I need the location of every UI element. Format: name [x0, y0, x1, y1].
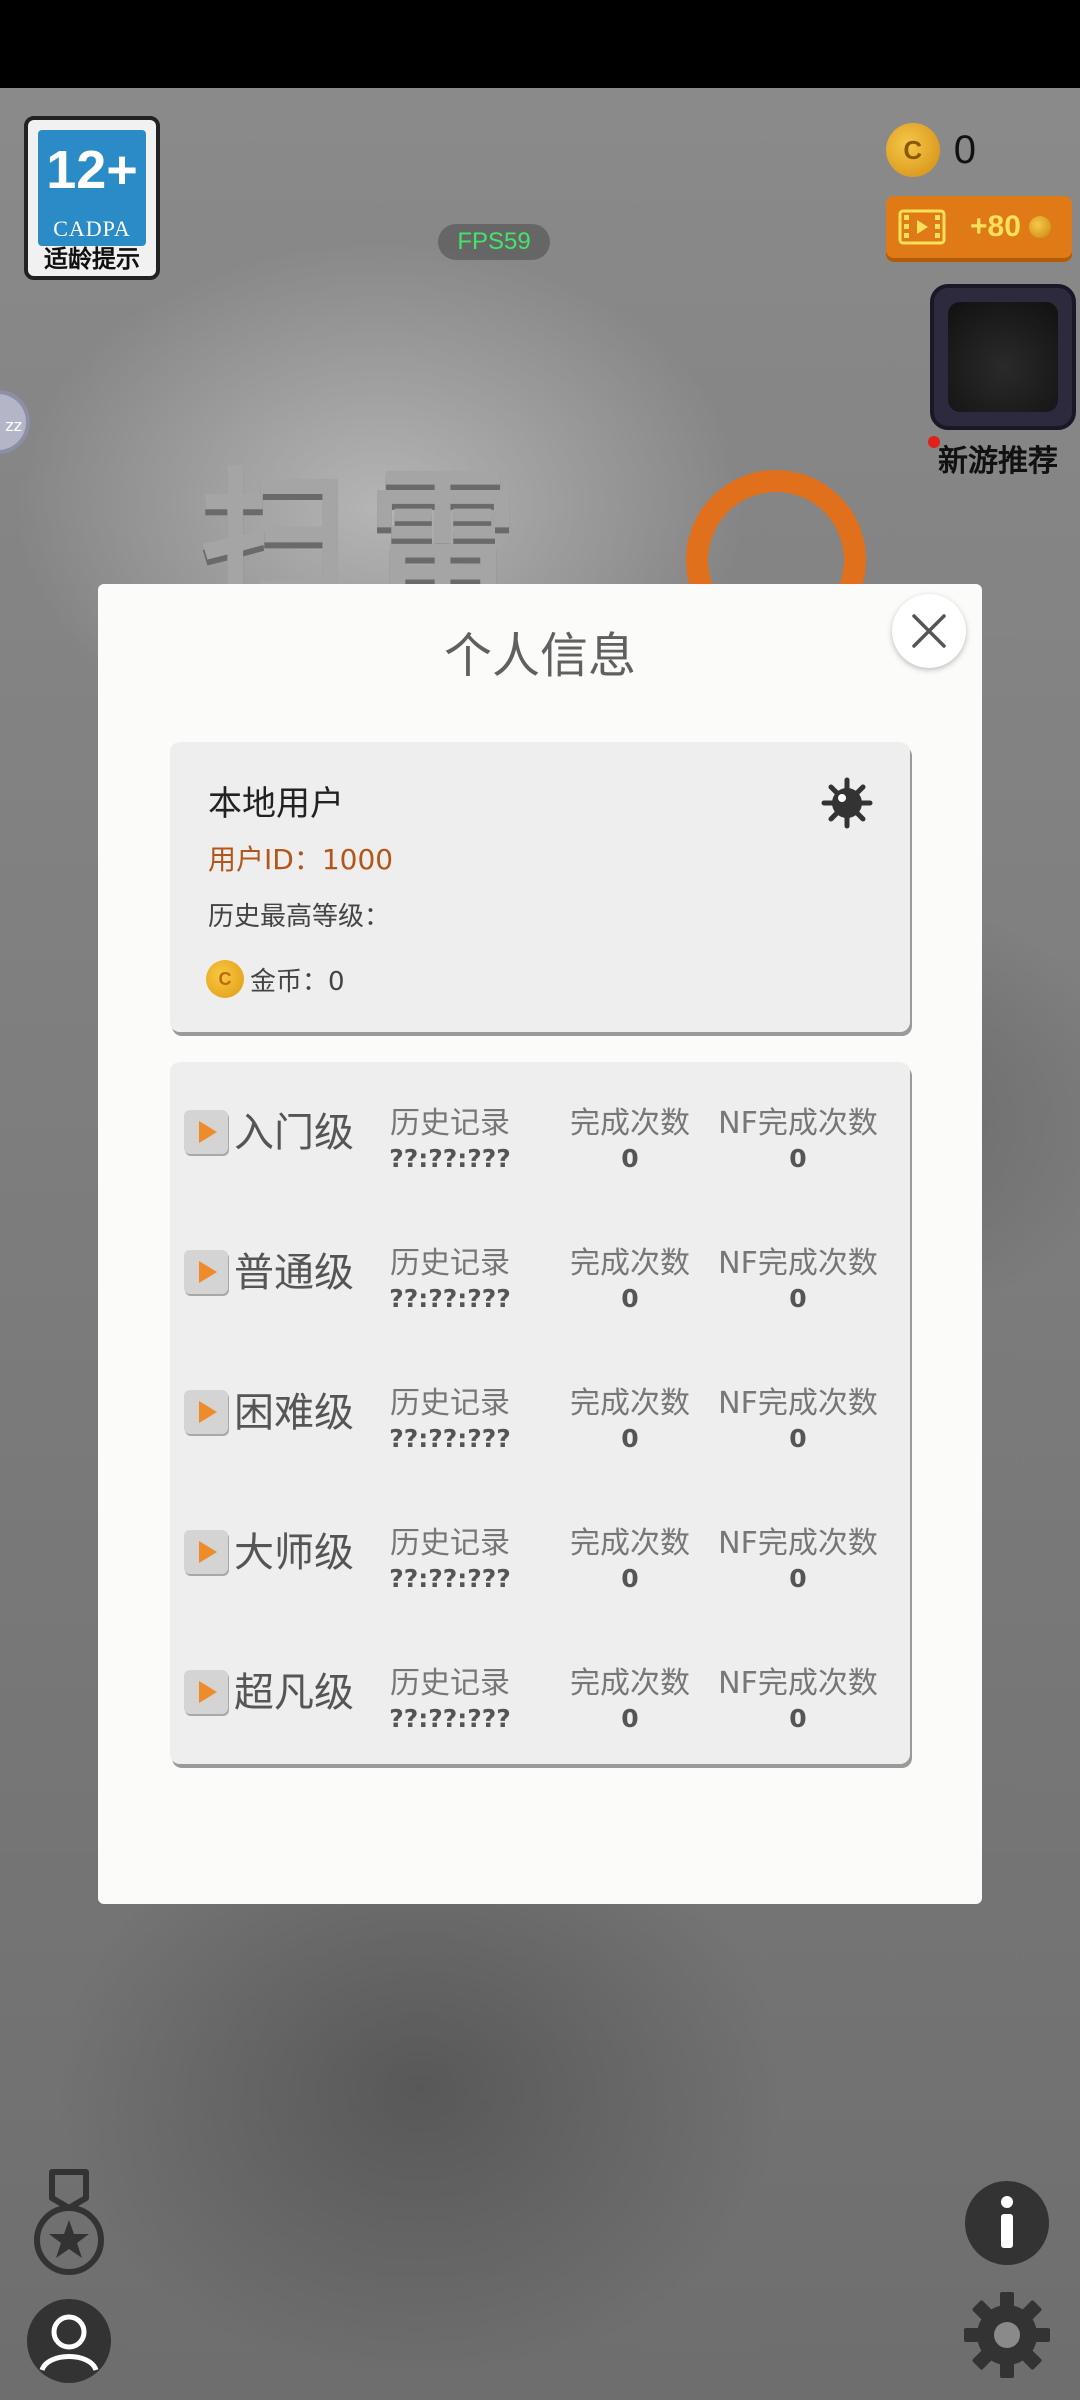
completions-header: 完成次数	[570, 1246, 690, 1281]
history-header: 历史记录	[390, 1106, 510, 1141]
history-column: 历史记录??:??:???	[380, 1378, 520, 1453]
level-row: 入门级 历史记录??:??:??? 完成次数 0 NF完成次数 0	[170, 1080, 910, 1180]
completions-header: 完成次数	[570, 1666, 690, 1701]
user-info-card: 本地用户 用户ID：1000 历史最高等级： C 金币：0	[170, 742, 910, 1032]
completions-column: 完成次数 0	[560, 1378, 700, 1453]
play-icon[interactable]	[184, 1530, 228, 1574]
nf-completions-header: NF完成次数	[718, 1666, 878, 1701]
coin-icon: C	[885, 123, 940, 177]
completions-header: 完成次数	[570, 1106, 690, 1141]
level-name: 大师级	[234, 1530, 354, 1576]
history-column: 历史记录??:??:???	[380, 1658, 520, 1733]
gear-icon[interactable]	[962, 2290, 1052, 2380]
completions-value: 0	[621, 1704, 639, 1733]
dialog-title: 个人信息	[443, 628, 636, 684]
nf-completions-value: 0	[789, 1144, 807, 1173]
completions-value: 0	[621, 1284, 639, 1313]
nf-completions-value: 0	[789, 1284, 807, 1313]
nf-completions-column: NF完成次数 0	[710, 1378, 886, 1453]
coin-icon: C	[206, 960, 244, 998]
coin-value: 0	[953, 127, 976, 172]
history-value: ??:??:???	[389, 1144, 511, 1173]
nf-completions-column: NF完成次数 0	[710, 1238, 886, 1313]
nf-completions-column: NF完成次数 0	[710, 1098, 886, 1173]
completions-column: 完成次数 0	[560, 1518, 700, 1593]
best-level: 历史最高等级：	[208, 902, 391, 932]
video-reward-button[interactable]: +80	[886, 196, 1072, 258]
history-header: 历史记录	[390, 1526, 510, 1561]
level-stats-card: 入门级 历史记录??:??:??? 完成次数 0 NF完成次数 0 普通级 历史记录??:??…	[170, 1062, 910, 1764]
info-icon[interactable]	[964, 2180, 1050, 2266]
cat-image	[948, 302, 1058, 412]
fps-counter: FPS59	[438, 224, 550, 260]
new-game-thumbnail[interactable]	[930, 284, 1076, 430]
close-button[interactable]	[892, 594, 966, 668]
age-rating-badge[interactable]: 12+ CADPA 适龄提示	[24, 116, 160, 280]
play-icon[interactable]	[184, 1390, 228, 1434]
nf-completions-value: 0	[789, 1704, 807, 1733]
level-name: 困难级	[234, 1390, 354, 1436]
history-column: 历史记录??:??:???	[380, 1098, 520, 1173]
user-id: 用户ID：1000	[208, 843, 394, 876]
nf-completions-header: NF完成次数	[718, 1106, 878, 1141]
age-rating-number: 12+	[46, 140, 138, 200]
level-name: 超凡级	[234, 1670, 354, 1716]
nf-completions-column: NF完成次数 0	[710, 1518, 886, 1593]
user-coins: C 金币：0	[206, 960, 345, 998]
level-name: 入门级	[234, 1110, 354, 1156]
profile-dialog: 个人信息 本地用户 用户ID：1000 历史最高等级： C 金币：0 入门级 历史…	[98, 584, 982, 1904]
nf-completions-header: NF完成次数	[718, 1526, 878, 1561]
completions-column: 完成次数 0	[560, 1238, 700, 1313]
film-icon	[898, 209, 946, 245]
completions-header: 完成次数	[570, 1386, 690, 1421]
history-header: 历史记录	[390, 1386, 510, 1421]
nf-completions-header: NF完成次数	[718, 1246, 878, 1281]
nf-completions-column: NF完成次数 0	[710, 1658, 886, 1733]
user-coins-text: 金币：0	[250, 966, 345, 997]
history-value: ??:??:???	[389, 1704, 511, 1733]
play-icon[interactable]	[184, 1670, 228, 1714]
level-row: 普通级 历史记录??:??:??? 完成次数 0 NF完成次数 0	[170, 1220, 910, 1320]
user-icon[interactable]	[24, 2296, 114, 2386]
completions-value: 0	[621, 1144, 639, 1173]
history-value: ??:??:???	[389, 1424, 511, 1453]
history-header: 历史记录	[390, 1246, 510, 1281]
close-icon	[912, 614, 946, 648]
status-bar	[0, 0, 1080, 88]
play-icon[interactable]	[184, 1110, 228, 1154]
completions-value: 0	[621, 1564, 639, 1593]
level-name: 普通级	[234, 1250, 354, 1296]
age-rating-box: 12+ CADPA	[38, 130, 146, 246]
history-header: 历史记录	[390, 1666, 510, 1701]
completions-value: 0	[621, 1424, 639, 1453]
age-rating-label: 适龄提示	[44, 245, 140, 273]
user-name: 本地用户	[208, 784, 344, 824]
level-row: 困难级 历史记录??:??:??? 完成次数 0 NF完成次数 0	[170, 1360, 910, 1460]
history-value: ??:??:???	[389, 1564, 511, 1593]
nf-completions-value: 0	[789, 1564, 807, 1593]
nf-completions-header: NF完成次数	[718, 1386, 878, 1421]
coin-icon	[1028, 216, 1051, 238]
history-column: 历史记录??:??:???	[380, 1518, 520, 1593]
completions-column: 完成次数 0	[560, 1098, 700, 1173]
mine-icon[interactable]	[820, 776, 874, 830]
coin-counter: C 0	[885, 122, 976, 178]
completions-column: 完成次数 0	[560, 1658, 700, 1733]
nf-completions-value: 0	[789, 1424, 807, 1453]
medal-icon[interactable]	[30, 2168, 108, 2280]
video-reward-label: +80	[970, 210, 1021, 243]
history-column: 历史记录??:??:???	[380, 1238, 520, 1313]
completions-header: 完成次数	[570, 1526, 690, 1561]
level-row: 大师级 历史记录??:??:??? 完成次数 0 NF完成次数 0	[170, 1500, 910, 1600]
play-icon[interactable]	[184, 1250, 228, 1294]
level-row: 超凡级 历史记录??:??:??? 完成次数 0 NF完成次数 0	[170, 1640, 910, 1740]
new-game-label[interactable]: 新游推荐	[938, 436, 1078, 480]
history-value: ??:??:???	[389, 1284, 511, 1313]
